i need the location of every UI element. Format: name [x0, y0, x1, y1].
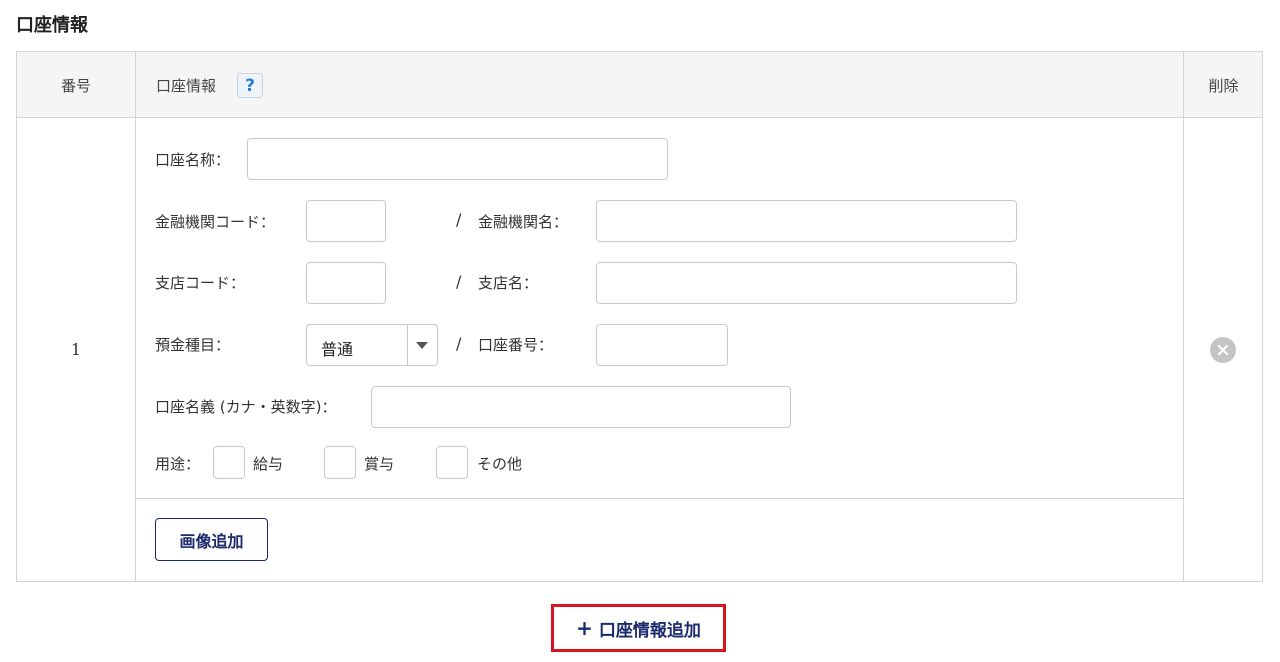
usage-option-label: その他	[477, 455, 523, 473]
account-table: 番号 口座情報 ? 削除 1	[16, 51, 1263, 582]
bank-name-label: 金融機関名：	[478, 213, 569, 231]
header-account-info: 口座情報	[156, 76, 217, 95]
usage-checkbox-bonus[interactable]	[324, 446, 356, 479]
account-number-label: 口座番号：	[478, 336, 554, 354]
column-divider	[135, 52, 136, 581]
usage-label: 用途：	[155, 455, 201, 473]
deposit-type-label: 預金種目：	[155, 336, 231, 354]
add-image-button[interactable]: 画像追加	[155, 518, 268, 561]
add-account-label: 口座情報追加	[598, 620, 701, 641]
account-holder-label: 口座名義 (カナ・英数字)：	[155, 398, 337, 416]
branch-code-label: 支店コード：	[155, 274, 246, 292]
account-holder-input[interactable]	[371, 386, 791, 428]
separator-slash: /	[456, 210, 462, 229]
bank-code-label: 金融機関コード：	[155, 213, 276, 231]
usage-checkbox-other[interactable]	[436, 446, 468, 479]
branch-code-input[interactable]	[306, 262, 386, 304]
usage-checkbox-salary[interactable]	[213, 446, 245, 479]
delete-row-button[interactable]	[1210, 337, 1236, 363]
usage-option-label: 賞与	[364, 455, 395, 473]
select-divider	[407, 325, 408, 365]
account-name-input[interactable]	[247, 138, 668, 180]
bank-name-input[interactable]	[596, 200, 1017, 242]
close-icon	[1217, 344, 1229, 356]
deposit-type-value: 普通	[321, 340, 354, 359]
header-delete: 削除	[1208, 76, 1239, 95]
separator-slash: /	[456, 334, 462, 353]
help-icon[interactable]: ?	[237, 73, 263, 98]
add-account-button[interactable]: + 口座情報追加	[551, 604, 726, 652]
table-header: 番号 口座情報 ? 削除	[17, 52, 1262, 118]
bank-code-input[interactable]	[306, 200, 386, 242]
branch-name-label: 支店名：	[478, 274, 539, 292]
plus-icon: +	[576, 616, 593, 640]
branch-name-input[interactable]	[596, 262, 1017, 304]
section-title: 口座情報	[16, 15, 88, 36]
chevron-down-icon	[416, 342, 428, 349]
account-number-input[interactable]	[596, 324, 728, 366]
usage-option-label: 給与	[253, 455, 284, 473]
row-number: 1	[70, 340, 82, 359]
column-divider	[1183, 52, 1184, 581]
separator-slash: /	[456, 272, 462, 291]
account-name-label: 口座名称：	[155, 151, 231, 169]
row-divider	[136, 498, 1183, 499]
header-number: 番号	[60, 76, 91, 95]
deposit-type-select[interactable]: 普通	[306, 324, 438, 366]
